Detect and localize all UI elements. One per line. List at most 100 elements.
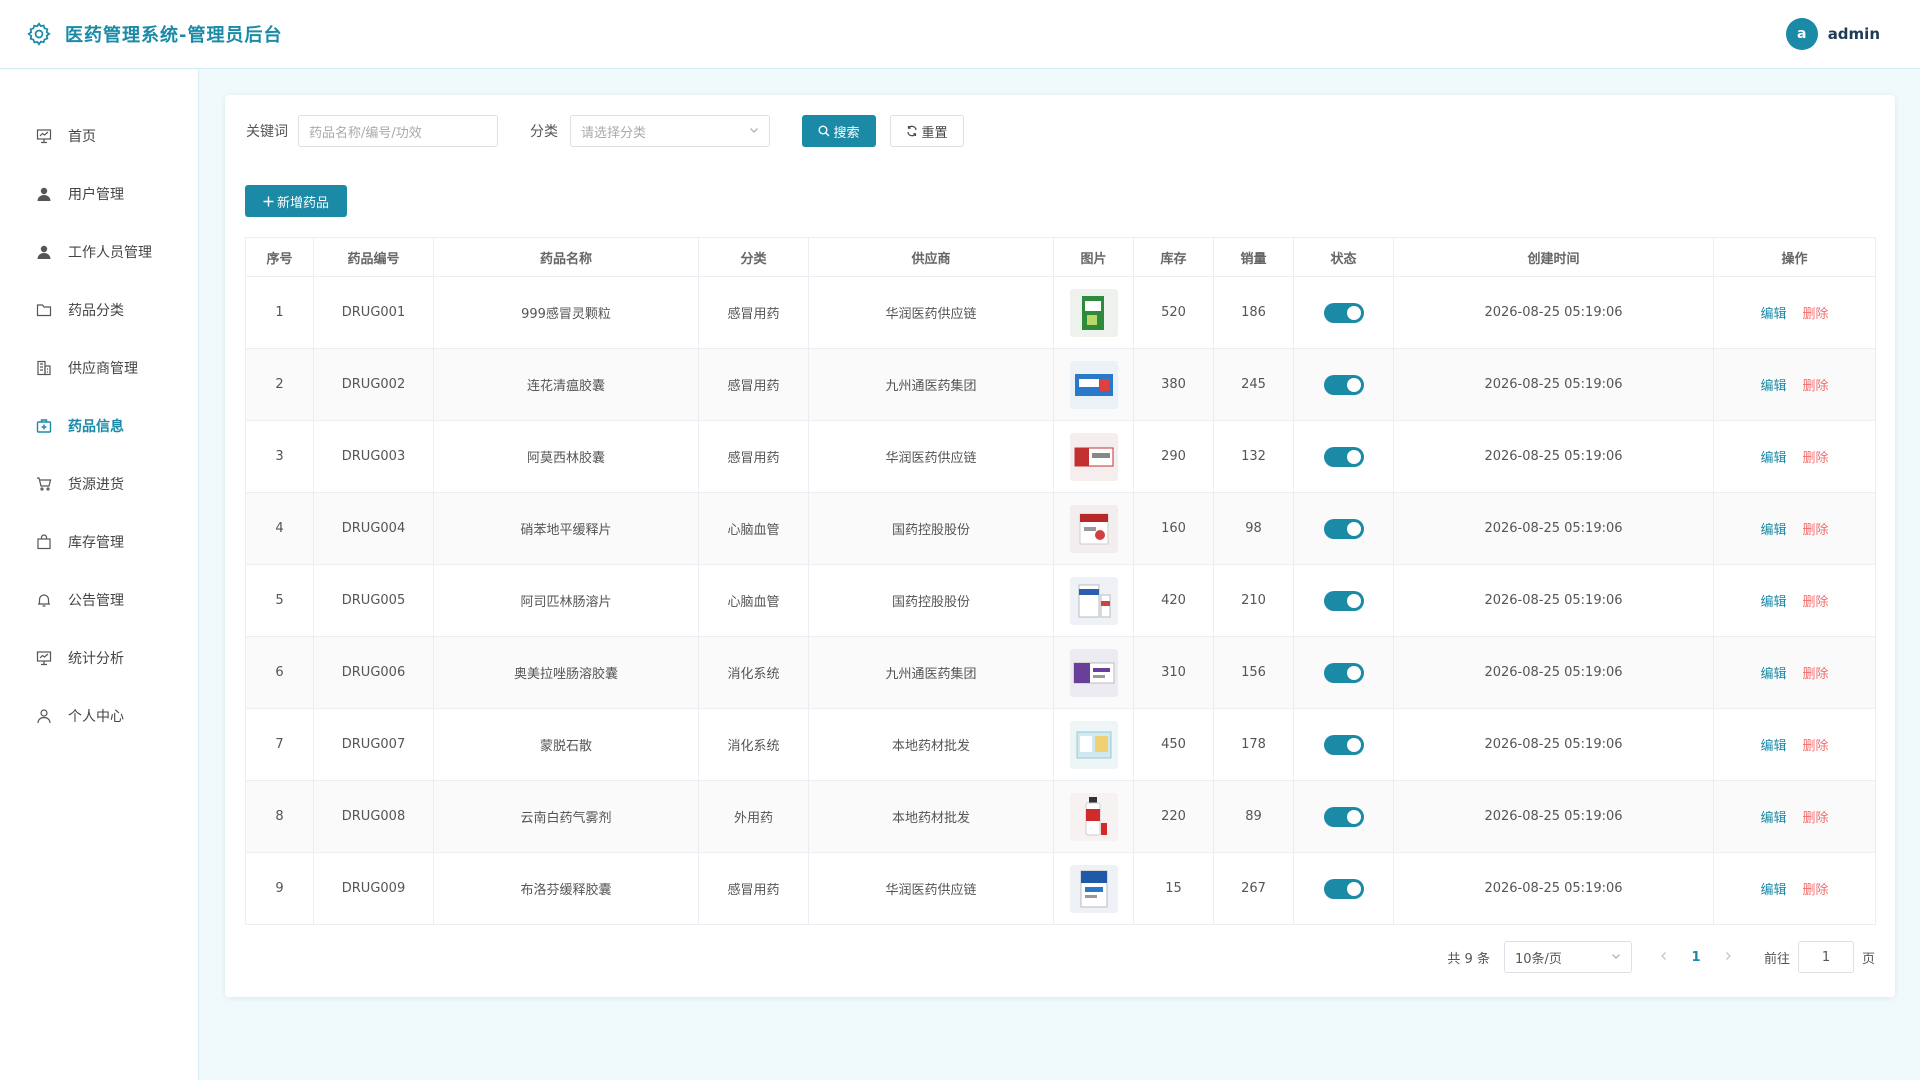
delete-link[interactable]: 删除 xyxy=(1803,739,1829,754)
edit-link[interactable]: 编辑 xyxy=(1760,811,1786,826)
keyword-input[interactable]: 药品名称/编号/功效 xyxy=(298,115,498,147)
avatar[interactable]: a xyxy=(1785,18,1818,50)
sidebar-item-categories[interactable]: 药品分类 xyxy=(0,290,199,330)
delete-link[interactable]: 删除 xyxy=(1803,811,1829,826)
edit-link[interactable]: 编辑 xyxy=(1760,523,1786,538)
plus-icon xyxy=(263,196,274,207)
cell-code: DRUG002 xyxy=(313,348,434,421)
column-header: 药品名称 xyxy=(433,237,699,277)
delete-link[interactable]: 删除 xyxy=(1803,307,1829,322)
page-number-current[interactable]: 1 xyxy=(1682,950,1710,965)
cell-category: 感冒用药 xyxy=(698,852,809,925)
next-page-button[interactable] xyxy=(1716,950,1740,965)
cell-actions: 编辑 删除 xyxy=(1713,348,1876,421)
edit-link[interactable]: 编辑 xyxy=(1760,451,1786,466)
cell-image xyxy=(1053,636,1134,709)
cell-name: 连花清瘟胶囊 xyxy=(433,348,699,421)
drug-thumbnail[interactable] xyxy=(1069,360,1118,409)
cell-image xyxy=(1053,564,1134,637)
sidebar: 首页 用户管理 工作人员管理 药品分类 供应商管理 药品信息 货源进货 库存管理… xyxy=(0,70,199,1080)
status-toggle[interactable] xyxy=(1323,662,1364,683)
sidebar-item-label: 货源进货 xyxy=(68,477,124,493)
add-drug-button[interactable]: 新增药品 xyxy=(245,185,347,217)
cell-name: 奥美拉唑肠溶胶囊 xyxy=(433,636,699,709)
column-header: 药品编号 xyxy=(313,237,434,277)
status-toggle[interactable] xyxy=(1323,518,1364,539)
cell-code: DRUG007 xyxy=(313,708,434,781)
table-row: 7 DRUG007 蒙脱石散 消化系统 本地药材批发 450 178 2026-… xyxy=(245,708,1876,781)
drug-thumbnail[interactable] xyxy=(1069,576,1118,625)
delete-link[interactable]: 删除 xyxy=(1803,595,1829,610)
delete-link[interactable]: 删除 xyxy=(1803,523,1829,538)
status-toggle[interactable] xyxy=(1323,806,1364,827)
delete-link[interactable]: 删除 xyxy=(1803,667,1829,682)
sidebar-item-profile[interactable]: 个人中心 xyxy=(0,696,199,736)
edit-link[interactable]: 编辑 xyxy=(1760,595,1786,610)
cell-name: 阿司匹林肠溶片 xyxy=(433,564,699,637)
cell-status xyxy=(1293,276,1394,349)
cell-created: 2026-08-25 05:19:06 xyxy=(1393,636,1714,709)
status-toggle[interactable] xyxy=(1323,590,1364,611)
cell-category: 消化系统 xyxy=(698,708,809,781)
sidebar-item-drug-info[interactable]: 药品信息 xyxy=(0,406,199,446)
edit-link[interactable]: 编辑 xyxy=(1760,379,1786,394)
cell-actions: 编辑 删除 xyxy=(1713,852,1876,925)
category-select[interactable]: 请选择分类 xyxy=(570,115,770,147)
drug-thumbnail[interactable] xyxy=(1069,864,1118,913)
cell-created: 2026-08-25 05:19:06 xyxy=(1393,708,1714,781)
drug-thumbnail[interactable] xyxy=(1069,720,1118,769)
sidebar-item-inventory[interactable]: 库存管理 xyxy=(0,522,199,562)
drug-thumbnail[interactable] xyxy=(1069,792,1118,841)
status-toggle[interactable] xyxy=(1323,734,1364,755)
cell-category: 感冒用药 xyxy=(698,276,809,349)
cell-category: 心脑血管 xyxy=(698,492,809,565)
filter-bar: 关键词 药品名称/编号/功效 分类 请选择分类 搜索 重置 xyxy=(246,115,964,147)
delete-link[interactable]: 删除 xyxy=(1803,379,1829,394)
sidebar-item-staff[interactable]: 工作人员管理 xyxy=(0,232,199,272)
cell-category: 心脑血管 xyxy=(698,564,809,637)
prev-page-button[interactable] xyxy=(1652,950,1676,965)
drug-thumbnail[interactable] xyxy=(1069,288,1118,337)
cell-image xyxy=(1053,492,1134,565)
status-toggle[interactable] xyxy=(1323,878,1364,899)
cell-code: DRUG003 xyxy=(313,420,434,493)
delete-link[interactable]: 删除 xyxy=(1803,883,1829,898)
cell-sales: 267 xyxy=(1213,852,1294,925)
status-toggle[interactable] xyxy=(1323,374,1364,395)
cell-index: 4 xyxy=(245,492,314,565)
edit-link[interactable]: 编辑 xyxy=(1760,667,1786,682)
status-toggle[interactable] xyxy=(1323,302,1364,323)
category-placeholder: 请选择分类 xyxy=(581,125,647,141)
edit-link[interactable]: 编辑 xyxy=(1760,307,1786,322)
delete-link[interactable]: 删除 xyxy=(1803,451,1829,466)
edit-link[interactable]: 编辑 xyxy=(1760,883,1786,898)
sidebar-item-home[interactable]: 首页 xyxy=(0,116,199,156)
drug-thumbnail[interactable] xyxy=(1069,432,1118,481)
cell-index: 7 xyxy=(245,708,314,781)
drug-thumbnail[interactable] xyxy=(1069,504,1118,553)
drug-thumbnail[interactable] xyxy=(1069,648,1118,697)
shopping-bag-icon xyxy=(35,533,53,551)
sidebar-item-purchase[interactable]: 货源进货 xyxy=(0,464,199,504)
cell-index: 5 xyxy=(245,564,314,637)
goto-label: 前往 xyxy=(1763,951,1790,967)
table-row: 3 DRUG003 阿莫西林胶囊 感冒用药 华润医药供应链 290 132 20… xyxy=(245,420,1876,493)
sidebar-item-label: 工作人员管理 xyxy=(68,245,152,261)
column-header: 分类 xyxy=(698,237,809,277)
table-row: 6 DRUG006 奥美拉唑肠溶胶囊 消化系统 九州通医药集团 310 156 … xyxy=(245,636,1876,709)
sidebar-item-users[interactable]: 用户管理 xyxy=(0,174,199,214)
username[interactable]: admin xyxy=(1828,25,1880,43)
sidebar-item-suppliers[interactable]: 供应商管理 xyxy=(0,348,199,388)
goto-page-input[interactable] xyxy=(1797,941,1854,973)
pagination: 共 9 条 10条/页 1 前往 页 xyxy=(1447,941,1875,973)
keyword-label: 关键词 xyxy=(246,124,288,140)
reset-button[interactable]: 重置 xyxy=(890,115,964,147)
sidebar-item-announcements[interactable]: 公告管理 xyxy=(0,580,199,620)
sidebar-item-statistics[interactable]: 统计分析 xyxy=(0,638,199,678)
user-menu[interactable]: a admin xyxy=(1785,18,1880,50)
cell-sales: 178 xyxy=(1213,708,1294,781)
edit-link[interactable]: 编辑 xyxy=(1760,739,1786,754)
status-toggle[interactable] xyxy=(1323,446,1364,467)
search-button[interactable]: 搜索 xyxy=(802,115,876,147)
page-size-select[interactable]: 10条/页 xyxy=(1503,941,1632,973)
